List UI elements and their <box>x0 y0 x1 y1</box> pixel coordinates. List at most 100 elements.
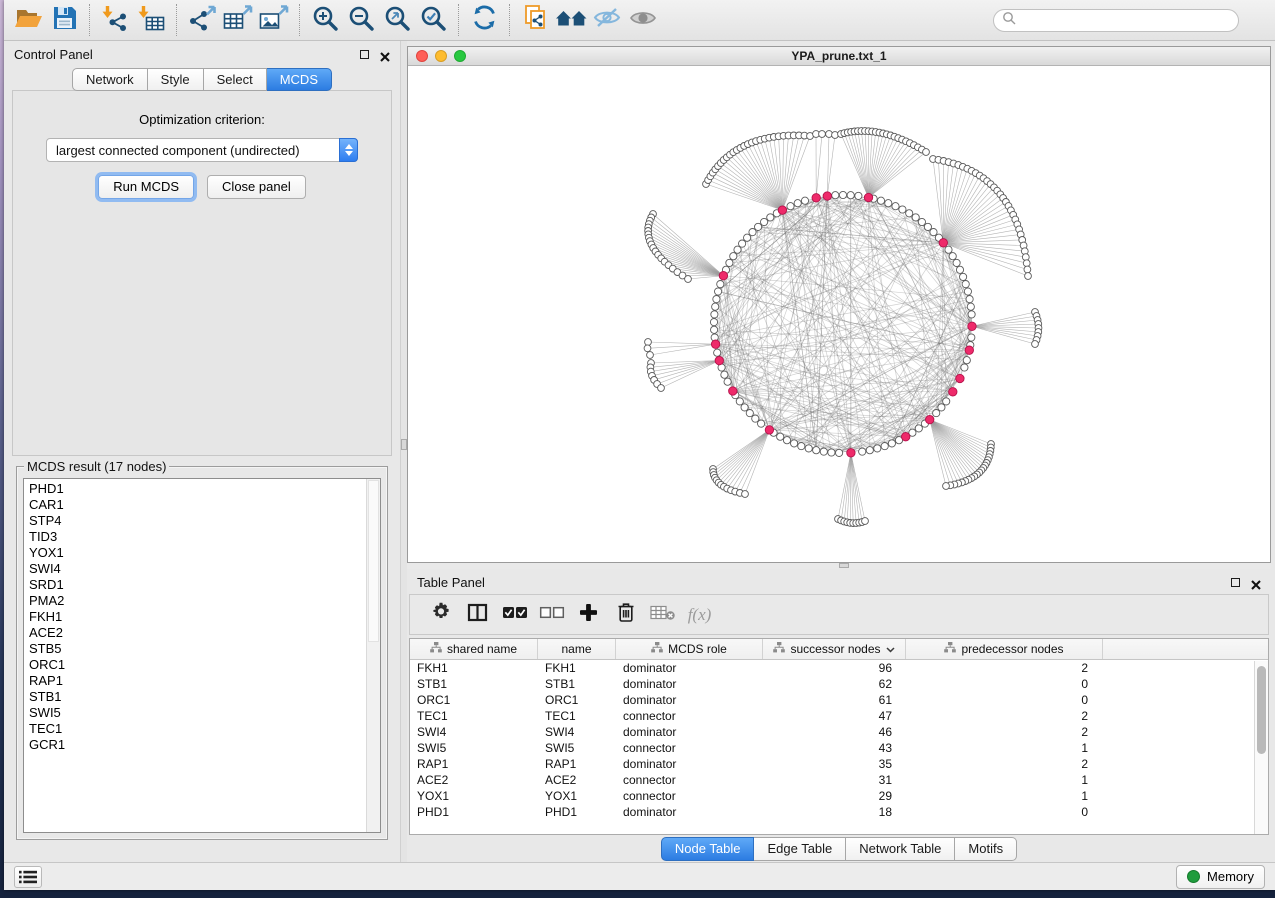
float-table-panel-icon[interactable] <box>1231 578 1240 587</box>
network-node[interactable] <box>828 449 835 456</box>
network-node[interactable] <box>726 259 733 266</box>
vertical-splitter-handle[interactable] <box>401 439 407 450</box>
network-node[interactable] <box>847 192 854 199</box>
network-node[interactable] <box>832 192 839 199</box>
network-node[interactable] <box>836 449 843 456</box>
show-all-button[interactable] <box>625 3 661 37</box>
search-box[interactable] <box>993 9 1239 32</box>
network-node[interactable] <box>777 433 784 440</box>
save-session-button[interactable] <box>46 3 82 37</box>
show-column-panel-button[interactable] <box>459 598 496 632</box>
network-node[interactable] <box>918 218 925 225</box>
zoom-in-button[interactable] <box>307 3 343 37</box>
network-leaf-node[interactable] <box>742 491 749 498</box>
network-dominator-node[interactable] <box>949 388 957 396</box>
result-list-item[interactable]: YOX1 <box>24 545 366 561</box>
zoom-out-button[interactable] <box>343 3 379 37</box>
network-dominator-node[interactable] <box>765 426 773 434</box>
network-leaf-node[interactable] <box>1025 273 1032 280</box>
network-leaf-node[interactable] <box>685 276 692 283</box>
table-row[interactable]: RAP1RAP1dominator352 <box>410 756 1268 772</box>
network-node[interactable] <box>906 210 913 217</box>
horizontal-splitter[interactable] <box>407 563 1271 569</box>
network-node[interactable] <box>721 371 728 378</box>
column-header-successor-nodes[interactable]: successor nodes <box>763 639 906 659</box>
network-dominator-node[interactable] <box>778 206 786 214</box>
network-dominator-node[interactable] <box>711 340 719 348</box>
table-scrollbar[interactable] <box>1254 661 1268 834</box>
network-node[interactable] <box>820 448 827 455</box>
apply-layout-button[interactable] <box>466 3 502 37</box>
network-node[interactable] <box>767 214 774 221</box>
first-neighbors-button[interactable] <box>553 3 589 37</box>
network-node[interactable] <box>899 206 906 213</box>
network-node[interactable] <box>746 410 753 417</box>
network-node[interactable] <box>839 191 846 198</box>
tab-node-table[interactable]: Node Table <box>661 837 755 861</box>
network-canvas[interactable] <box>408 66 1270 562</box>
run-mcds-button[interactable]: Run MCDS <box>98 175 194 199</box>
network-node[interactable] <box>739 240 746 247</box>
delete-column-button[interactable] <box>607 598 644 632</box>
network-node[interactable] <box>715 288 722 295</box>
export-image-button[interactable] <box>256 3 292 37</box>
horizontal-splitter-handle[interactable] <box>839 563 849 568</box>
criterion-dropdown[interactable]: largest connected component (undirected) <box>46 138 358 162</box>
table-row[interactable]: SWI4SWI4dominator462 <box>410 724 1268 740</box>
import-network-button[interactable] <box>97 3 133 37</box>
zoom-fit-button[interactable] <box>379 3 415 37</box>
deselect-all-rows-button[interactable] <box>533 598 570 632</box>
result-list-item[interactable]: SRD1 <box>24 577 366 593</box>
network-dominator-node[interactable] <box>847 449 855 457</box>
network-node[interactable] <box>758 420 765 427</box>
close-panel-button[interactable]: Close panel <box>207 175 306 199</box>
network-node[interactable] <box>953 259 960 266</box>
network-node[interactable] <box>956 266 963 273</box>
network-node[interactable] <box>717 281 724 288</box>
network-dominator-node[interactable] <box>939 239 947 247</box>
network-node[interactable] <box>713 296 720 303</box>
result-list-item[interactable]: SWI5 <box>24 705 366 721</box>
result-list-item[interactable]: ACE2 <box>24 625 366 641</box>
table-row[interactable]: TEC1TEC1connector472 <box>410 708 1268 724</box>
network-node[interactable] <box>888 440 895 447</box>
network-window-titlebar[interactable]: YPA_prune.txt_1 <box>408 47 1270 66</box>
network-dominator-node[interactable] <box>965 346 973 354</box>
network-node[interactable] <box>964 288 971 295</box>
network-node[interactable] <box>813 447 820 454</box>
table-row[interactable]: SWI5SWI5connector431 <box>410 740 1268 756</box>
network-node[interactable] <box>711 326 718 333</box>
close-table-panel-icon[interactable] <box>1251 578 1261 588</box>
result-list-item[interactable]: SWI4 <box>24 561 366 577</box>
result-list-item[interactable]: RAP1 <box>24 673 366 689</box>
network-node[interactable] <box>798 443 805 450</box>
result-list-item[interactable]: TID3 <box>24 529 366 545</box>
window-close-icon[interactable] <box>416 50 428 62</box>
result-list-item[interactable]: STB1 <box>24 689 366 705</box>
network-node[interactable] <box>933 410 940 417</box>
result-list-item[interactable]: STB5 <box>24 641 366 657</box>
column-header-shared-name[interactable]: shared name <box>410 639 538 659</box>
network-dominator-node[interactable] <box>823 192 831 200</box>
network-node[interactable] <box>761 218 768 225</box>
network-node[interactable] <box>752 415 759 422</box>
network-node[interactable] <box>855 192 862 199</box>
network-leaf-node[interactable] <box>1024 266 1031 273</box>
network-dominator-node[interactable] <box>956 374 964 382</box>
window-zoom-icon[interactable] <box>454 50 466 62</box>
network-leaf-node[interactable] <box>644 345 651 352</box>
export-table-button[interactable] <box>220 3 256 37</box>
table-scroll-thumb[interactable] <box>1257 666 1266 754</box>
network-leaf-node[interactable] <box>923 149 930 156</box>
result-list-item[interactable]: CAR1 <box>24 497 366 513</box>
network-node[interactable] <box>787 203 794 210</box>
network-node[interactable] <box>711 311 718 318</box>
result-list-item[interactable]: TEC1 <box>24 721 366 737</box>
network-node[interactable] <box>966 296 973 303</box>
network-node[interactable] <box>874 445 881 452</box>
network-node[interactable] <box>866 447 873 454</box>
network-node[interactable] <box>968 311 975 318</box>
network-leaf-node[interactable] <box>819 131 826 138</box>
network-dominator-node[interactable] <box>715 356 723 364</box>
network-node[interactable] <box>724 378 731 385</box>
